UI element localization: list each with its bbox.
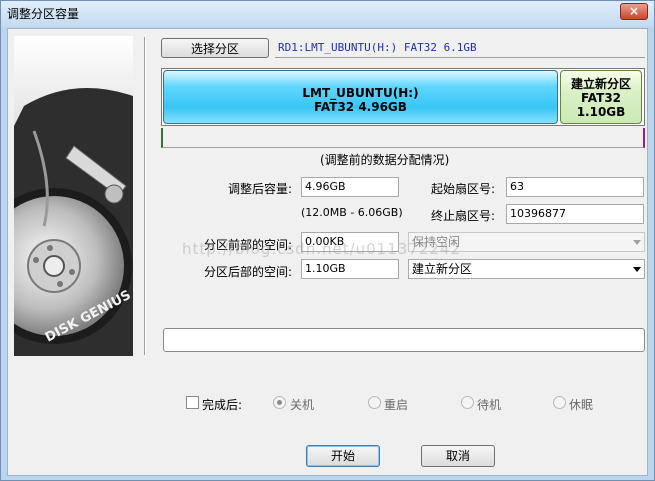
radio-hibernate[interactable] — [553, 396, 566, 409]
window-title: 调整分区容量 — [7, 7, 80, 21]
radio-restart[interactable] — [368, 396, 381, 409]
select-partition-button[interactable]: 选择分区 — [161, 38, 269, 58]
radio-standby-label: 待机 — [477, 398, 502, 412]
radio-shutdown-label: 关机 — [290, 398, 315, 412]
size-range-hint: (12.0MB - 6.06GB) — [301, 206, 403, 219]
radio-restart-label: 重启 — [384, 398, 409, 412]
space-after-action-value: 建立新分区 — [412, 262, 473, 276]
space-after-label: 分区后部的空间: — [204, 265, 293, 279]
partition-segment-new[interactable]: 建立新分区 FAT32 1.10GB — [560, 70, 642, 124]
resize-slider[interactable] — [161, 128, 645, 148]
space-before-action-value: 保持空闲 — [412, 235, 461, 249]
radio-standby[interactable] — [461, 396, 474, 409]
dialog-window: 调整分区容量 × DISK GENIUS 选择分区 RD1:LMT_UBUNTU… — [0, 0, 655, 481]
disk-map: LMT_UBUNTU(H:) FAT32 4.96GB 建立新分区 FAT32 … — [161, 68, 645, 126]
start-sector-label: 起始扇区号: — [431, 182, 496, 196]
space-before-action-select[interactable]: 保持空闲 — [408, 232, 645, 252]
segment-name: 建立新分区 — [570, 77, 631, 91]
hard-drive-illustration: DISK GENIUS — [14, 36, 133, 356]
disk-map-caption: (调整前的数据分配情况) — [320, 153, 450, 167]
chevron-down-icon — [633, 267, 641, 272]
segment-fs-size: FAT32 4.96GB — [314, 100, 407, 114]
end-sector-label: 终止扇区号: — [431, 209, 496, 223]
progress-bar — [163, 328, 645, 352]
end-sector-input[interactable]: 10396877 — [506, 204, 644, 224]
cancel-button[interactable]: 取消 — [421, 445, 495, 467]
partition-info: RD1:LMT_UBUNTU(H:) FAT32 6.1GB — [275, 37, 645, 58]
segment-size: 1.10GB — [576, 105, 626, 119]
partition-segment-existing[interactable]: LMT_UBUNTU(H:) FAT32 4.96GB — [163, 70, 558, 124]
after-complete-checkbox[interactable] — [186, 396, 199, 409]
start-sector-input[interactable]: 63 — [506, 177, 644, 197]
space-after-action-select[interactable]: 建立新分区 — [408, 259, 645, 279]
title-bar[interactable]: 调整分区容量 × — [1, 1, 654, 27]
chevron-down-icon — [633, 240, 641, 245]
radio-shutdown[interactable] — [273, 396, 286, 409]
radio-hibernate-label: 休眠 — [569, 398, 594, 412]
new-size-input[interactable]: 4.96GB — [301, 177, 399, 197]
close-button[interactable]: × — [620, 3, 648, 20]
panel-divider — [144, 37, 146, 355]
segment-fs: FAT32 — [580, 91, 622, 105]
start-button[interactable]: 开始 — [306, 445, 380, 467]
segment-name: LMT_UBUNTU(H:) — [302, 86, 419, 100]
space-after-input[interactable]: 1.10GB — [301, 259, 399, 279]
space-before-input[interactable]: 0.00KB — [301, 232, 399, 252]
new-size-label: 调整后容量: — [228, 182, 293, 196]
after-complete-label: 完成后: — [202, 398, 243, 412]
brand-panel: DISK GENIUS — [14, 36, 133, 356]
space-before-label: 分区前部的空间: — [204, 238, 293, 252]
close-icon: × — [628, 4, 640, 18]
dialog-body: DISK GENIUS 选择分区 RD1:LMT_UBUNTU(H:) FAT3… — [7, 28, 648, 476]
